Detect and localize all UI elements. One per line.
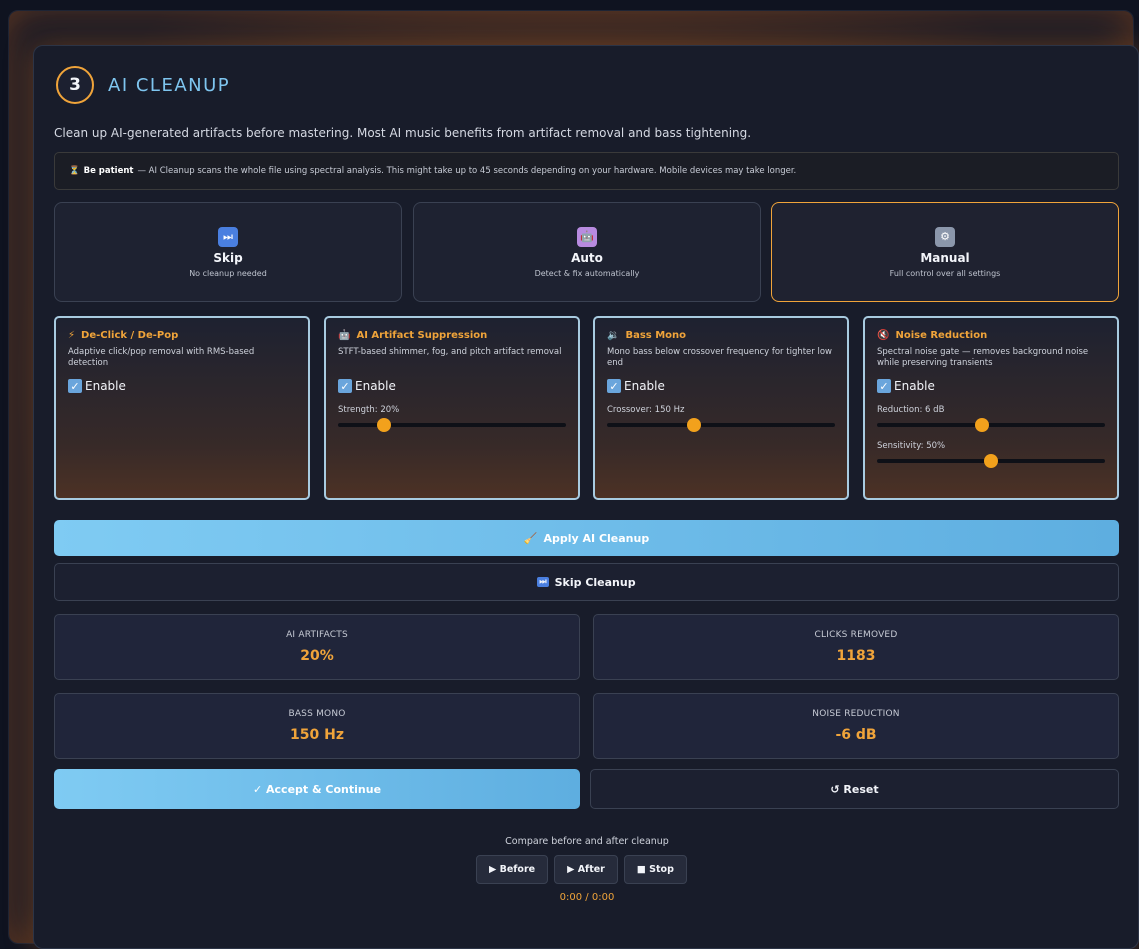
feature-description: STFT-based shimmer, fog, and pitch artif… xyxy=(338,347,562,357)
section-description: Clean up AI-generated artifacts before m… xyxy=(54,126,752,140)
play-before-button[interactable]: ▶ Before xyxy=(476,855,549,884)
section-header: 3 AI CLEANUP xyxy=(56,66,230,104)
section-title: AI CLEANUP xyxy=(108,74,231,96)
enable-label: Enable xyxy=(355,379,396,393)
checkmark-icon: ✓ xyxy=(338,379,352,393)
mode-subtitle: No cleanup needed xyxy=(189,268,267,278)
enable-checkbox[interactable]: ✓ Enable xyxy=(607,379,835,393)
lightning-icon: ⚡ xyxy=(68,330,76,341)
notice-bold: Be patient xyxy=(83,166,134,176)
mute-speaker-icon: 🔇 xyxy=(877,330,890,341)
stat-clicks-removed: CLICKS REMOVED 1183 xyxy=(593,614,1119,680)
broom-icon: 🧹 xyxy=(523,531,538,545)
stat-label: AI ARTIFACTS xyxy=(286,630,348,640)
reduction-label: Reduction: 6 dB xyxy=(877,405,945,415)
mode-subtitle: Detect & fix automatically xyxy=(534,268,640,278)
strength-slider[interactable] xyxy=(338,418,566,432)
apply-label: Apply AI Cleanup xyxy=(543,531,650,545)
strength-label: Strength: 20% xyxy=(338,405,400,415)
step-number-badge: 3 xyxy=(56,66,94,104)
mode-subtitle: Full control over all settings xyxy=(889,268,1001,278)
reduction-slider[interactable] xyxy=(877,418,1105,432)
skip-cleanup-button[interactable]: ⏭ Skip Cleanup xyxy=(54,563,1119,601)
stat-label: NOISE REDUCTION xyxy=(812,709,900,719)
notice-text: — AI Cleanup scans the whole file using … xyxy=(137,166,797,176)
apply-cleanup-button[interactable]: 🧹 Apply AI Cleanup xyxy=(54,520,1119,556)
skip-label: Skip Cleanup xyxy=(554,575,636,589)
feature-declick-card: ⚡ De-Click / De-Pop Adaptive click/pop r… xyxy=(54,316,310,500)
sensitivity-label: Sensitivity: 50% xyxy=(877,441,946,451)
stat-noise-reduction: NOISE REDUCTION -6 dB xyxy=(593,693,1119,759)
robot-icon: 🤖 xyxy=(338,330,351,341)
feature-bass-mono-card: 🔉 Bass Mono Mono bass below crossover fr… xyxy=(593,316,849,500)
mode-manual-card[interactable]: ⚙ Manual Full control over all settings xyxy=(771,202,1119,302)
checkmark-icon: ✓ xyxy=(68,379,82,393)
stat-value: 150 Hz xyxy=(290,727,344,743)
feature-title: AI Artifact Suppression xyxy=(356,330,488,341)
stat-value: 1183 xyxy=(836,648,876,664)
enable-label: Enable xyxy=(894,379,935,393)
fast-forward-icon: ⏭ xyxy=(218,226,238,247)
stop-button[interactable]: ■ Stop xyxy=(623,855,687,884)
mode-title: Auto xyxy=(571,250,603,265)
stat-value: 20% xyxy=(300,648,334,664)
play-after-button[interactable]: ▶ After xyxy=(554,855,618,884)
mode-title: Manual xyxy=(920,250,970,265)
crossover-slider[interactable] xyxy=(607,418,835,432)
stat-bass-mono: BASS MONO 150 Hz xyxy=(54,693,580,759)
patience-notice: ⏳ Be patient — AI Cleanup scans the whol… xyxy=(54,152,1119,190)
slider-thumb[interactable] xyxy=(686,418,701,432)
fast-forward-icon: ⏭ xyxy=(537,577,549,587)
mode-auto-card[interactable]: 🤖 Auto Detect & fix automatically xyxy=(413,202,761,302)
feature-title: Noise Reduction xyxy=(895,330,988,341)
slider-thumb[interactable] xyxy=(376,418,391,432)
accept-continue-button[interactable]: ✓ Accept & Continue xyxy=(54,769,580,809)
checkmark-icon: ✓ xyxy=(607,379,621,393)
enable-checkbox[interactable]: ✓ Enable xyxy=(68,379,296,393)
feature-description: Mono bass below crossover frequency for … xyxy=(607,347,832,369)
enable-label: Enable xyxy=(624,379,665,393)
robot-icon: 🤖 xyxy=(577,226,597,247)
reset-button[interactable]: ↺ Reset xyxy=(590,769,1119,809)
playback-controls: ▶ Before ▶ After ■ Stop xyxy=(476,855,687,884)
stat-ai-artifacts: AI ARTIFACTS 20% xyxy=(54,614,580,680)
speaker-icon: 🔉 xyxy=(607,330,620,341)
feature-noise-reduction-card: 🔇 Noise Reduction Spectral noise gate — … xyxy=(863,316,1119,500)
feature-description: Adaptive click/pop removal with RMS-base… xyxy=(68,347,255,369)
enable-checkbox[interactable]: ✓ Enable xyxy=(877,379,1105,393)
mode-title: Skip xyxy=(213,250,243,265)
stat-value: -6 dB xyxy=(835,727,877,743)
feature-description: Spectral noise gate — removes background… xyxy=(877,347,1089,369)
checkmark-icon: ✓ xyxy=(877,379,891,393)
control-knobs-icon: ⚙ xyxy=(935,226,955,247)
feature-artifact-suppression-card: 🤖 AI Artifact Suppression STFT-based shi… xyxy=(324,316,580,500)
slider-thumb[interactable] xyxy=(984,454,998,468)
playback-time: 0:00 / 0:00 xyxy=(559,892,615,903)
mode-skip-card[interactable]: ⏭ Skip No cleanup needed xyxy=(54,202,402,302)
enable-label: Enable xyxy=(85,379,126,393)
feature-title: Bass Mono xyxy=(625,330,687,341)
hourglass-icon: ⏳ xyxy=(69,166,80,176)
slider-thumb[interactable] xyxy=(974,418,989,432)
crossover-label: Crossover: 150 Hz xyxy=(607,405,685,415)
enable-checkbox[interactable]: ✓ Enable xyxy=(338,379,566,393)
compare-label: Compare before and after cleanup xyxy=(505,836,669,847)
page-background: 3 AI CLEANUP Clean up AI-generated artif… xyxy=(8,10,1139,949)
ai-cleanup-card: 3 AI CLEANUP Clean up AI-generated artif… xyxy=(33,45,1139,949)
sensitivity-slider[interactable] xyxy=(877,454,1105,468)
feature-title: De-Click / De-Pop xyxy=(81,330,179,341)
stat-label: BASS MONO xyxy=(288,709,346,719)
stat-label: CLICKS REMOVED xyxy=(814,630,898,640)
